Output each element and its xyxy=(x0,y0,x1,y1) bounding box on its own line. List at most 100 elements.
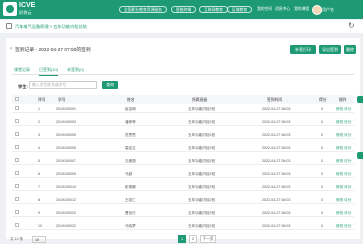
cell-sid: 2019100012 xyxy=(56,197,76,202)
page-size-select[interactable]: 10 xyxy=(32,236,46,243)
th-time: 签到时间 xyxy=(267,97,283,102)
row-checkbox[interactable] xyxy=(15,145,19,149)
page-2[interactable]: 2 xyxy=(189,235,197,243)
row-checkbox[interactable] xyxy=(15,197,19,201)
next-page[interactable]: 下一页 xyxy=(200,235,216,243)
side-float-button[interactable] xyxy=(357,96,363,103)
cell-score: 0 xyxy=(321,197,323,202)
cell-sid: 2019100010 xyxy=(56,184,76,189)
top-link-course[interactable]: 我的课程 xyxy=(294,6,309,13)
cell-score: 0 xyxy=(321,171,323,176)
cell-time: 2022-04-27 08:03 xyxy=(262,223,291,228)
row-checkbox[interactable] xyxy=(15,210,19,214)
cell-action-link[interactable]: 修改 评分 xyxy=(336,198,351,203)
delete-button[interactable]: 删除 xyxy=(344,45,356,54)
cell-action-link[interactable]: 修改 评分 xyxy=(336,107,351,112)
cell-class: 五年功能内检2班 xyxy=(188,184,216,189)
cell-action-link[interactable]: 修改 评分 xyxy=(336,224,351,229)
brand-name: ICVE xyxy=(19,2,36,9)
refresh-icon[interactable]: ↻ xyxy=(348,21,355,30)
cell-action-link[interactable]: 修改 评分 xyxy=(336,133,351,138)
nav-pill-2[interactable]: 互联网教育 xyxy=(199,6,228,13)
cell-sid: 2019100001 xyxy=(56,106,76,111)
row-checkbox[interactable] xyxy=(15,171,19,175)
page-1[interactable]: 1 xyxy=(178,235,186,243)
top-link-space[interactable]: 我的空间 xyxy=(257,6,272,13)
cell-action-link[interactable]: 修改 评分 xyxy=(336,172,351,177)
cell-no: 9 xyxy=(38,210,40,215)
cell-score: 0 xyxy=(321,106,323,111)
top-link-message[interactable]: 消息中心 xyxy=(275,6,290,13)
row-checkbox[interactable] xyxy=(15,184,19,188)
cell-name: 范思思 xyxy=(125,132,136,137)
row-checkbox[interactable] xyxy=(15,132,19,136)
manual-signin-button[interactable]: 补签打印 xyxy=(290,45,316,54)
row-checkbox[interactable] xyxy=(15,158,19,162)
cell-score: 0 xyxy=(321,145,323,150)
row-checkbox[interactable] xyxy=(15,223,19,227)
search-button[interactable]: 查询 xyxy=(102,81,118,89)
cell-class: 五年功能内检2班 xyxy=(188,197,216,202)
side-float-button-2[interactable] xyxy=(357,152,363,159)
nav-pill-3[interactable]: 区域教育 xyxy=(227,6,253,13)
brand-subtitle: 职教云 xyxy=(19,10,32,15)
table-row: 7 2019100010 彭丽娜 五年功能内检2班 2022-04-27 08:03 0 修… xyxy=(12,182,354,191)
logo-icon[interactable] xyxy=(3,2,17,16)
cell-class: 五年功能内检2班 xyxy=(188,119,216,124)
back-icon[interactable]: ‹ xyxy=(10,46,13,52)
cell-score: 0 xyxy=(321,210,323,215)
cell-no: 8 xyxy=(38,197,40,202)
breadcrumb-bar: 汽车电气设备原理 > 五年功能内检总结 ↻ xyxy=(0,20,363,33)
th-class: 所属班级 xyxy=(192,97,208,102)
th-sid: 学号 xyxy=(58,97,66,102)
cell-score: 0 xyxy=(321,119,323,124)
breadcrumb[interactable]: 汽车电气设备原理 > 五年功能内检总结 xyxy=(15,24,87,30)
cell-sid: 2019100022 xyxy=(56,223,76,228)
tab-unsigned[interactable]: 未签到(0) xyxy=(67,67,84,73)
cell-sid: 2019100020 xyxy=(56,210,76,215)
cell-no: 4 xyxy=(38,145,40,150)
search-label: 学生: xyxy=(18,84,28,89)
nav-pill-1[interactable]: 智能终端 xyxy=(171,6,197,13)
cell-class: 五年功能内检2班 xyxy=(188,210,216,215)
page-title: 签到记录 - 2022-04-27 07:50的签到 xyxy=(15,48,91,53)
cell-no: 7 xyxy=(38,184,40,189)
table-row: 2 2019100003 潘菲菲 五年功能内检2班 2022-04-27 08:03 0 修… xyxy=(12,117,354,126)
cell-class: 五年功能内检2班 xyxy=(188,106,216,111)
total-count: 共 10 条 xyxy=(10,237,24,241)
cell-no: 2 xyxy=(38,119,40,124)
cell-action-link[interactable]: 修改 评分 xyxy=(336,159,351,164)
cell-class: 五年功能内检2班 xyxy=(188,132,216,137)
cell-class: 五年功能内检2班 xyxy=(188,145,216,150)
cell-time: 2022-04-27 08:03 xyxy=(262,158,291,163)
cell-no: 6 xyxy=(38,171,40,176)
row-checkbox[interactable] xyxy=(15,119,19,123)
nav-pill-0[interactable]: 全国职业教育资源服务 xyxy=(119,6,167,13)
table-header: 序号 学号 姓名 所属班级 签到时间 得分 操作 xyxy=(12,95,354,104)
cell-action-link[interactable]: 修改 评分 xyxy=(336,185,351,190)
row-checkbox[interactable] xyxy=(15,106,19,110)
select-all-checkbox[interactable] xyxy=(15,97,19,101)
cell-action-link[interactable]: 修改 评分 xyxy=(336,146,351,151)
th-name: 姓名 xyxy=(127,97,135,102)
export-button[interactable]: 导出签到 xyxy=(319,45,341,54)
cell-name: 曹佳行 xyxy=(125,210,136,215)
cell-score: 0 xyxy=(321,223,323,228)
cell-sid: 2019100007 xyxy=(56,158,76,163)
cell-time: 2022-04-27 08:03 xyxy=(262,106,291,111)
cell-class: 五年功能内检2班 xyxy=(188,223,216,228)
th-action: 操作 xyxy=(339,97,347,102)
cell-no: 5 xyxy=(38,158,40,163)
cell-action-link[interactable]: 修改 评分 xyxy=(336,120,351,125)
cell-score: 0 xyxy=(321,184,323,189)
username[interactable]: 用户名 xyxy=(322,6,334,13)
search-input[interactable]: 输入学生姓名或学号 xyxy=(29,81,97,89)
table-row: 6 2019100009 马越 五年功能内检2班 2022-04-27 08:03 0 修改… xyxy=(12,169,354,178)
cell-sid: 2019100009 xyxy=(56,171,76,176)
avatar[interactable] xyxy=(312,5,322,15)
tab-class-record[interactable]: 课堂记录 xyxy=(14,67,30,73)
cell-name: 马晓梦 xyxy=(125,223,136,228)
cell-score: 0 xyxy=(321,158,323,163)
cell-action-link[interactable]: 修改 评分 xyxy=(336,211,351,216)
cell-name: 潘菲菲 xyxy=(125,119,136,124)
